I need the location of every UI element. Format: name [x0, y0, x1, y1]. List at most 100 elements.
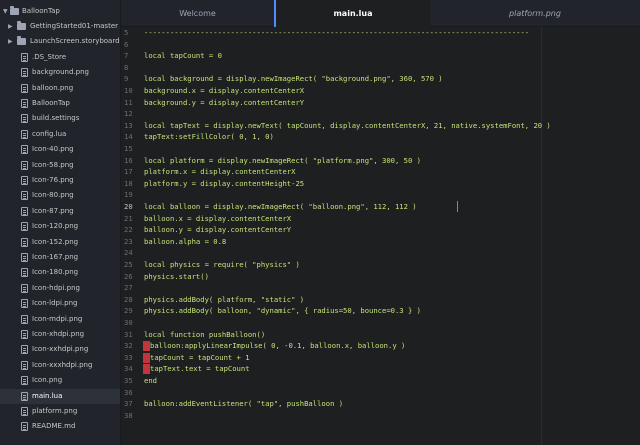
tree-item-label: .DS_Store — [32, 52, 67, 61]
code-line[interactable]: end — [144, 375, 157, 387]
code-line[interactable]: platform.x = display.contentCenterX — [144, 166, 295, 178]
tab-platform-png[interactable]: platform.png — [430, 0, 640, 27]
tree-file-item[interactable]: Icon-167.png — [0, 250, 120, 265]
file-icon — [21, 145, 28, 155]
file-icon — [21, 222, 28, 232]
code-line[interactable]: local balloon = display.newImageRect( "b… — [144, 201, 417, 213]
code-line[interactable]: balloon.y = display.contentCenterY — [144, 224, 291, 236]
code-line[interactable]: background.x = display.contentCenterX — [144, 85, 304, 97]
code-editor[interactable]: 5 6 7 8 9 10 11 12 13 14 15 16 17 18 19 20 21 22 23 24 25 26 2… — [121, 27, 640, 445]
tree-item-label: BalloonTap — [32, 99, 70, 107]
tree-file-item[interactable]: Icon-mdpi.png — [0, 312, 120, 327]
tree-file-item[interactable]: Icon-76.png — [0, 173, 120, 188]
tree-item-label: Icon-xxhdpi.png — [32, 345, 89, 354]
tab-bar: Welcome main.lua platform.png — [121, 0, 640, 27]
tree-item-label: Icon-58.png — [32, 160, 74, 169]
tree-folder-item[interactable]: ▶ GettingStarted01-master — [0, 19, 120, 34]
code-line[interactable]: local physics = require( "physics" ) — [144, 259, 300, 271]
line-number: 31 — [124, 329, 133, 339]
file-icon — [21, 360, 28, 370]
code-line[interactable]: tapCount = tapCount + 1 — [150, 352, 250, 364]
line-number: 9 — [124, 74, 129, 84]
file-icon — [21, 206, 28, 216]
tree-file-item[interactable]: Icon-xxxhdpi.png — [0, 358, 120, 373]
tree-root-label: BalloonTap — [22, 7, 60, 15]
tree-file-item[interactable]: BalloonTap — [0, 96, 120, 111]
tree-file-item[interactable]: Icon-180.png — [0, 265, 120, 280]
file-icon — [21, 391, 28, 401]
line-number: 28 — [124, 294, 133, 304]
tree-file-item[interactable]: Icon-120.png — [0, 219, 120, 234]
chevron-right-icon[interactable]: ▶ — [8, 19, 13, 34]
tree-file-item[interactable]: Icon-87.png — [0, 204, 120, 219]
file-icon — [21, 283, 28, 293]
code-line[interactable]: balloon.x = display.contentCenterX — [144, 213, 291, 225]
line-number: 12 — [124, 109, 133, 119]
indent-marker — [143, 341, 150, 352]
code-line[interactable]: local tapCount = 0 — [144, 50, 222, 62]
tree-file-item[interactable]: Icon-152.png — [0, 235, 120, 250]
code-line[interactable]: ----------------------------------------… — [144, 27, 529, 39]
line-number: 22 — [124, 225, 133, 235]
code-line[interactable]: balloon:addEventListener( "tap", pushBal… — [144, 398, 343, 410]
code-line[interactable]: local function pushBalloon() — [144, 329, 265, 341]
code-line[interactable]: balloon.alpha = 0.8 — [144, 236, 226, 248]
file-icon — [21, 129, 28, 139]
code-line[interactable]: local background = display.newImageRect(… — [144, 73, 443, 85]
line-number: 35 — [124, 376, 133, 385]
tree-item-label: platform.png — [32, 407, 78, 415]
code-line[interactable]: balloon:applyLinearImpulse( 0, -0.1, bal… — [150, 340, 405, 352]
code-line[interactable]: platform.y = display.contentHeight-25 — [144, 178, 304, 190]
tree-item-label: Icon-152.png — [32, 237, 79, 246]
tree-file-item[interactable]: Icon-40.png — [0, 142, 120, 157]
tree-root-folder[interactable]: ▼ BalloonTap — [0, 4, 120, 19]
file-icon — [21, 237, 28, 247]
tree-file-item[interactable]: build.settings — [0, 111, 120, 126]
tab-main-lua[interactable]: main.lua — [274, 0, 430, 27]
file-icon — [21, 376, 28, 386]
tab-label: Welcome — [179, 9, 216, 18]
chevron-right-icon[interactable]: ▶ — [8, 34, 13, 49]
tree-item-label: balloon.png — [32, 83, 74, 92]
tree-file-item[interactable]: Icon-xhdpi.png — [0, 327, 120, 342]
line-number: 25 — [124, 260, 133, 269]
file-icon — [21, 407, 28, 416]
tree-file-item[interactable]: config.lua — [0, 127, 120, 142]
tree-file-item[interactable]: main.lua — [0, 388, 120, 404]
file-icon — [21, 268, 28, 278]
tree-file-item[interactable]: Icon.png — [0, 373, 120, 388]
tree-file-item[interactable]: .DS_Store — [0, 50, 120, 65]
code-line[interactable]: background.y = display.contentCenterY — [144, 97, 304, 109]
chevron-down-icon[interactable]: ▼ — [3, 4, 8, 19]
code-line[interactable]: local tapText = display.newText( tapCoun… — [144, 120, 551, 132]
tree-file-item[interactable]: Icon-80.png — [0, 188, 120, 203]
tree-file-item[interactable]: Icon-xxhdpi.png — [0, 342, 120, 357]
code-line[interactable]: physics.addBody( platform, "static" ) — [144, 294, 304, 306]
line-number: 27 — [124, 283, 133, 293]
tree-item-label: Icon-ldpi.png — [32, 299, 78, 308]
tree-item-label: main.lua — [32, 391, 63, 400]
code-line[interactable]: tapText.text = tapCount — [150, 363, 250, 375]
line-number: 16 — [124, 155, 133, 165]
tree-folder-item[interactable]: ▶ LaunchScreen.storyboardc — [0, 34, 120, 49]
code-line[interactable]: tapText:setFillColor( 0, 1, 0) — [144, 131, 274, 143]
tree-file-item[interactable]: README.md — [0, 419, 120, 434]
code-line[interactable]: physics.addBody( balloon, "dynamic", { r… — [144, 305, 421, 317]
file-icon — [21, 176, 28, 185]
tree-file-item[interactable]: Icon-ldpi.png — [0, 296, 120, 311]
tree-file-item[interactable]: Icon-58.png — [0, 158, 120, 173]
tree-file-item[interactable]: platform.png — [0, 404, 120, 419]
tree-file-item[interactable]: Icon-hdpi.png — [0, 281, 120, 296]
line-number: 10 — [124, 86, 133, 95]
line-number: 11 — [124, 97, 133, 107]
tree-item-label: Icon-167.png — [32, 253, 79, 261]
code-line[interactable]: local platform = display.newImageRect( "… — [144, 155, 421, 167]
tree-file-item[interactable]: balloon.png — [0, 81, 120, 96]
tree-item-label: Icon-mdpi.png — [32, 314, 83, 323]
line-number: 23 — [124, 236, 133, 246]
tree-file-item[interactable]: background.png — [0, 65, 120, 80]
file-icon — [21, 52, 28, 62]
code-line[interactable]: physics.start() — [144, 271, 209, 283]
line-number: 32 — [124, 341, 133, 351]
tab-welcome[interactable]: Welcome — [121, 0, 274, 27]
